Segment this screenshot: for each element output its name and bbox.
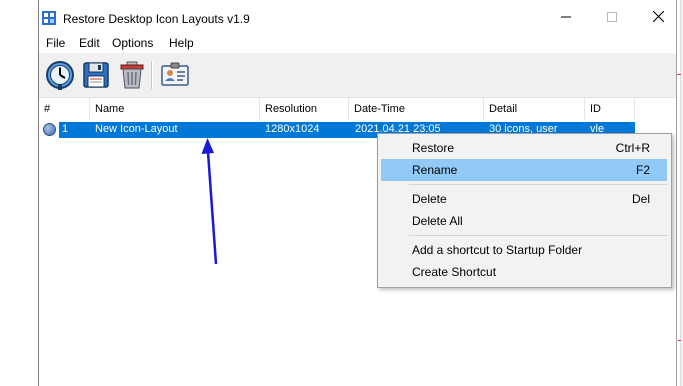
menu-separator <box>409 184 667 185</box>
menu-file[interactable]: File <box>46 36 65 50</box>
id-card-icon <box>161 62 189 86</box>
window-title: Restore Desktop Icon Layouts v1.9 <box>63 12 250 26</box>
background-red-line <box>678 340 681 341</box>
context-menu-rename[interactable]: Rename F2 <box>381 159 667 181</box>
row-resolution: 1280x1024 <box>265 123 320 135</box>
context-menu-add-startup-shortcut[interactable]: Add a shortcut to Startup Folder <box>381 239 667 261</box>
column-header-resolution[interactable]: Resolution <box>260 98 349 120</box>
context-menu-create-shortcut[interactable]: Create Shortcut <box>381 261 667 283</box>
toolbar <box>39 53 676 98</box>
column-header-id[interactable]: ID <box>585 98 635 120</box>
column-header-name[interactable]: Name <box>90 98 260 120</box>
menu-help[interactable]: Help <box>169 36 194 50</box>
minimize-button[interactable] <box>543 0 589 33</box>
close-icon <box>652 11 664 22</box>
column-header-number[interactable]: # <box>39 98 90 120</box>
trash-icon <box>120 61 144 89</box>
restore-layout-button[interactable] <box>44 59 76 91</box>
delete-layout-button[interactable] <box>116 59 148 91</box>
app-icon <box>42 11 56 25</box>
maximize-icon <box>607 11 617 22</box>
menu-options[interactable]: Options <box>112 36 153 50</box>
menu-edit[interactable]: Edit <box>79 36 100 50</box>
maximize-button[interactable] <box>589 0 635 33</box>
row-name: New Icon-Layout <box>95 123 178 135</box>
minimize-icon <box>561 16 571 17</box>
menu-separator <box>409 235 667 236</box>
column-header-date-time[interactable]: Date-Time <box>349 98 484 120</box>
context-menu-delete[interactable]: Delete Del <box>381 188 667 210</box>
save-layout-button[interactable] <box>80 59 112 91</box>
clock-icon <box>46 61 74 90</box>
column-header-detail[interactable]: Detail <box>484 98 585 120</box>
properties-button[interactable] <box>159 59 191 91</box>
floppy-disk-icon <box>83 62 109 88</box>
toolbar-separator <box>151 61 153 89</box>
title-bar[interactable]: Restore Desktop Icon Layouts v1.9 <box>39 0 676 33</box>
context-menu-restore[interactable]: Restore Ctrl+R <box>381 137 667 159</box>
menu-bar: File Edit Options Help <box>39 33 676 53</box>
context-menu: Restore Ctrl+R Rename F2 Delete Del Dele… <box>377 133 672 288</box>
context-menu-delete-all[interactable]: Delete All <box>381 210 667 232</box>
row-number: 1 <box>62 123 69 135</box>
layout-row-icon <box>43 123 56 136</box>
close-button[interactable] <box>635 0 676 33</box>
